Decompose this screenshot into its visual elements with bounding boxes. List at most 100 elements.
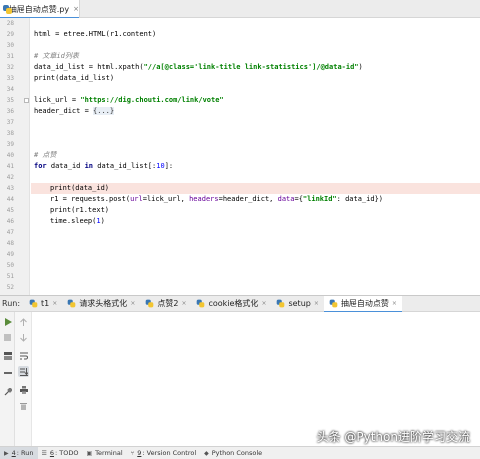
fold-marker-icon[interactable] <box>24 98 29 103</box>
close-icon[interactable]: × <box>261 300 266 307</box>
line-number: 39 <box>6 141 14 148</box>
line-number: 49 <box>6 251 14 258</box>
line-number: 28 <box>6 20 14 27</box>
code-line-32: print(data_id_list) <box>34 74 115 82</box>
close-icon[interactable]: × <box>130 300 135 307</box>
python-file-icon <box>329 299 338 308</box>
scroll-to-end-icon[interactable] <box>18 366 29 377</box>
run-tool-window: Run: t1 × 请求头格式化 × 点赞2 × cookie格式化 × set… <box>0 295 480 447</box>
line-number: 48 <box>6 240 14 247</box>
code-line-57: print(r1.text) <box>50 206 110 214</box>
close-icon[interactable]: × <box>181 300 186 307</box>
code-line-55: print(data_id) <box>50 184 110 192</box>
line-gutter[interactable]: 28 29 30 31 32 33 34 35 36 37 38 39 40 41 42 43 44 45 46 47… <box>0 18 30 434</box>
line-number: 38 <box>6 130 14 137</box>
run-tab-auto-like[interactable]: 抽屉自动点赞 × <box>323 295 402 313</box>
run-tab-label: cookie格式化 <box>208 299 259 308</box>
print-icon[interactable] <box>18 384 29 395</box>
run-icon: ▶ <box>4 449 9 457</box>
run-tab-label: setup <box>288 299 311 308</box>
folded-region[interactable]: {...} <box>93 107 115 115</box>
line-number: 51 <box>6 273 14 280</box>
line-number: 46 <box>6 218 14 225</box>
editor-tab-bar: 抽屉自动点赞.py × <box>0 0 480 19</box>
code-line-58: time.sleep(1) <box>50 217 105 225</box>
line-number: 42 <box>6 174 14 181</box>
close-icon[interactable]: × <box>52 300 57 307</box>
python-file-icon <box>146 299 154 308</box>
watermark: 头条 @Python进阶学习交流 <box>316 430 470 444</box>
run-tab-label: 请求头格式化 <box>79 299 128 308</box>
line-number: 40 <box>6 152 14 159</box>
stop-icon[interactable] <box>2 332 13 343</box>
line-number: 41 <box>6 163 14 170</box>
run-toolbar <box>0 312 15 447</box>
arrow-down-icon[interactable] <box>18 332 29 343</box>
code-editor[interactable]: 28 29 30 31 32 33 34 35 36 37 38 39 40 41 42 43 44 45 46 47… <box>0 18 480 434</box>
terminal-icon: ▣ <box>86 449 93 457</box>
python-console-tool-button[interactable]: ◆ Python Console <box>200 447 266 459</box>
editor-tab-active[interactable]: 抽屉自动点赞.py × <box>0 0 80 19</box>
rerun-icon[interactable] <box>2 316 13 327</box>
terminal-tool-button[interactable]: ▣ Terminal <box>83 447 127 459</box>
code-line-31: data_id_list = html.xpath("//a[@class='l… <box>34 63 363 71</box>
bottom-tool-strip: ▶ 4: Run ☰ 6: TODO ▣ Terminal ⑂ 9: Versi… <box>0 446 480 459</box>
run-tab-label: t1 <box>41 299 50 308</box>
code-line-30: # 文章id列表 <box>34 52 79 60</box>
python-file-icon <box>67 299 76 308</box>
editor-tab-label: 抽屉自动点赞.py <box>8 4 70 14</box>
line-number: 34 <box>6 86 14 93</box>
code-line-53: # 点赞 <box>34 151 57 159</box>
arrow-up-icon[interactable] <box>18 316 29 327</box>
line-number: 50 <box>6 262 14 269</box>
python-file-icon <box>29 299 38 308</box>
more-icon[interactable] <box>2 368 13 379</box>
line-number: 44 <box>6 196 14 203</box>
run-tab-t1[interactable]: t1 × <box>24 296 62 312</box>
close-icon[interactable]: × <box>392 300 397 307</box>
version-control-tool-button[interactable]: ⑂ 9: Version Control <box>127 447 200 459</box>
pin-icon[interactable] <box>2 386 13 397</box>
version-control-icon: ⑂ <box>130 449 135 457</box>
console-output[interactable] <box>33 312 480 447</box>
todo-tool-button[interactable]: ☰ 6: TODO <box>38 447 83 459</box>
line-number: 31 <box>6 53 14 60</box>
python-file-icon <box>277 299 285 308</box>
run-tab-setup[interactable]: setup × <box>271 296 323 312</box>
code-line-35: header_dict = {...} <box>34 107 115 115</box>
trash-icon[interactable] <box>18 400 29 411</box>
run-title: Run: <box>2 299 21 308</box>
code-line-56: r1 = requests.post(url=lick_url, headers… <box>50 195 383 203</box>
line-number: 47 <box>6 229 14 236</box>
soft-wrap-icon[interactable] <box>18 350 29 361</box>
line-number: 30 <box>6 42 14 49</box>
run-tab-cookie-format[interactable]: cookie格式化 × <box>191 296 271 312</box>
line-number: 43 <box>6 185 14 192</box>
code-area[interactable]: html = etree.HTML(r1.content) # 文章id列表 d… <box>31 18 480 295</box>
close-icon[interactable]: × <box>314 300 319 307</box>
run-tool-button[interactable]: ▶ 4: Run <box>0 446 38 459</box>
code-line-28: html = etree.HTML(r1.content) <box>34 30 157 38</box>
python-console-icon: ◆ <box>204 449 209 457</box>
python-file-icon <box>197 299 205 308</box>
run-tab-bar: Run: t1 × 请求头格式化 × 点赞2 × cookie格式化 × set… <box>0 295 480 313</box>
console-toolbar <box>15 312 32 447</box>
layout-icon[interactable] <box>2 350 13 361</box>
line-number: 32 <box>6 64 14 71</box>
line-number: 33 <box>6 75 14 82</box>
line-number: 36 <box>6 108 14 115</box>
python-file-icon <box>3 4 12 14</box>
line-number: 45 <box>6 207 14 214</box>
run-tab-label: 抽屉自动点赞 <box>340 299 389 308</box>
code-line-34: lick_url = "https://dig.chouti.com/link/… <box>34 96 224 104</box>
todo-icon: ☰ <box>41 449 47 457</box>
line-number: 29 <box>6 31 14 38</box>
close-icon[interactable]: × <box>73 5 79 13</box>
code-line-54: for data_id in data_id_list[:10]: <box>34 162 174 170</box>
run-tab-label: 点赞2 <box>157 299 179 308</box>
run-tab-header-format[interactable]: 请求头格式化 × <box>62 296 140 312</box>
line-number: 37 <box>6 119 14 126</box>
line-number: 35 <box>6 97 14 104</box>
run-tab-like2[interactable]: 点赞2 × <box>140 296 191 312</box>
line-number: 52 <box>6 284 14 291</box>
